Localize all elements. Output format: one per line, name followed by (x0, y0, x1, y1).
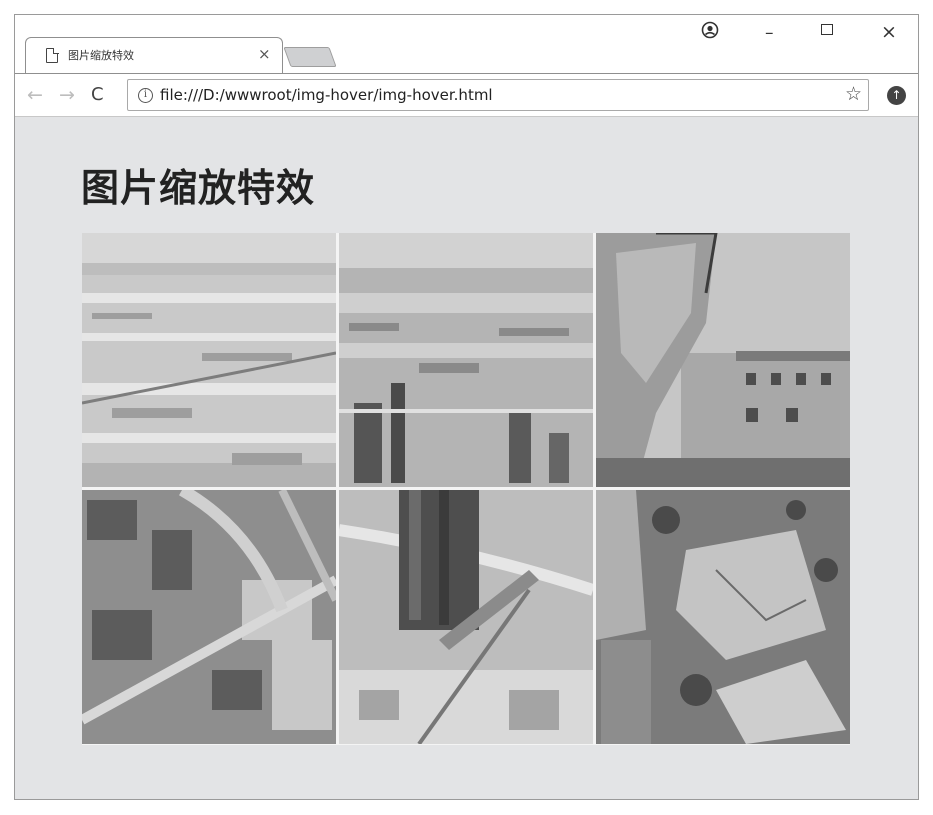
minimize-button[interactable]: – (765, 23, 774, 43)
close-window-button[interactable]: × (881, 21, 897, 43)
forward-button[interactable]: → (59, 84, 75, 106)
url-text[interactable]: file:///D:/wwwroot/img-hover/img-hover.h… (160, 86, 493, 104)
image-grid (82, 233, 850, 745)
image-aerial-city-skyscrapers[interactable] (339, 233, 593, 487)
title-bar: 图片缩放特效 × – × (15, 15, 918, 73)
new-tab-button[interactable] (283, 47, 337, 67)
extension-icon[interactable]: ↑ (887, 86, 906, 105)
browser-window: 图片缩放特效 × – × ← → C i file:///D:/wwwroot/… (14, 14, 919, 800)
image-tower-construction-site[interactable] (339, 490, 593, 744)
tab-title: 图片缩放特效 (68, 49, 134, 62)
page-icon (46, 47, 59, 63)
bookmark-star-icon[interactable]: ☆ (845, 83, 862, 105)
browser-toolbar: ← → C i file:///D:/wwwroot/img-hover/img… (15, 73, 918, 117)
tab-close-button[interactable]: × (258, 45, 271, 63)
account-icon[interactable] (701, 21, 719, 44)
image-collapsed-rubble[interactable] (596, 490, 850, 744)
maximize-button[interactable] (821, 24, 833, 35)
browser-tab[interactable]: 图片缩放特效 × (25, 37, 283, 73)
reload-button[interactable]: C (91, 84, 104, 105)
image-aerial-city-overview[interactable] (82, 233, 336, 487)
image-aerial-city-roads[interactable] (82, 490, 336, 744)
image-damaged-buildings[interactable] (596, 233, 850, 487)
back-button[interactable]: ← (27, 84, 43, 106)
page-viewport: 图片缩放特效 (15, 117, 918, 799)
page-title: 图片缩放特效 (81, 166, 316, 210)
address-bar[interactable]: i file:///D:/wwwroot/img-hover/img-hover… (127, 79, 869, 111)
info-icon[interactable]: i (138, 88, 153, 103)
